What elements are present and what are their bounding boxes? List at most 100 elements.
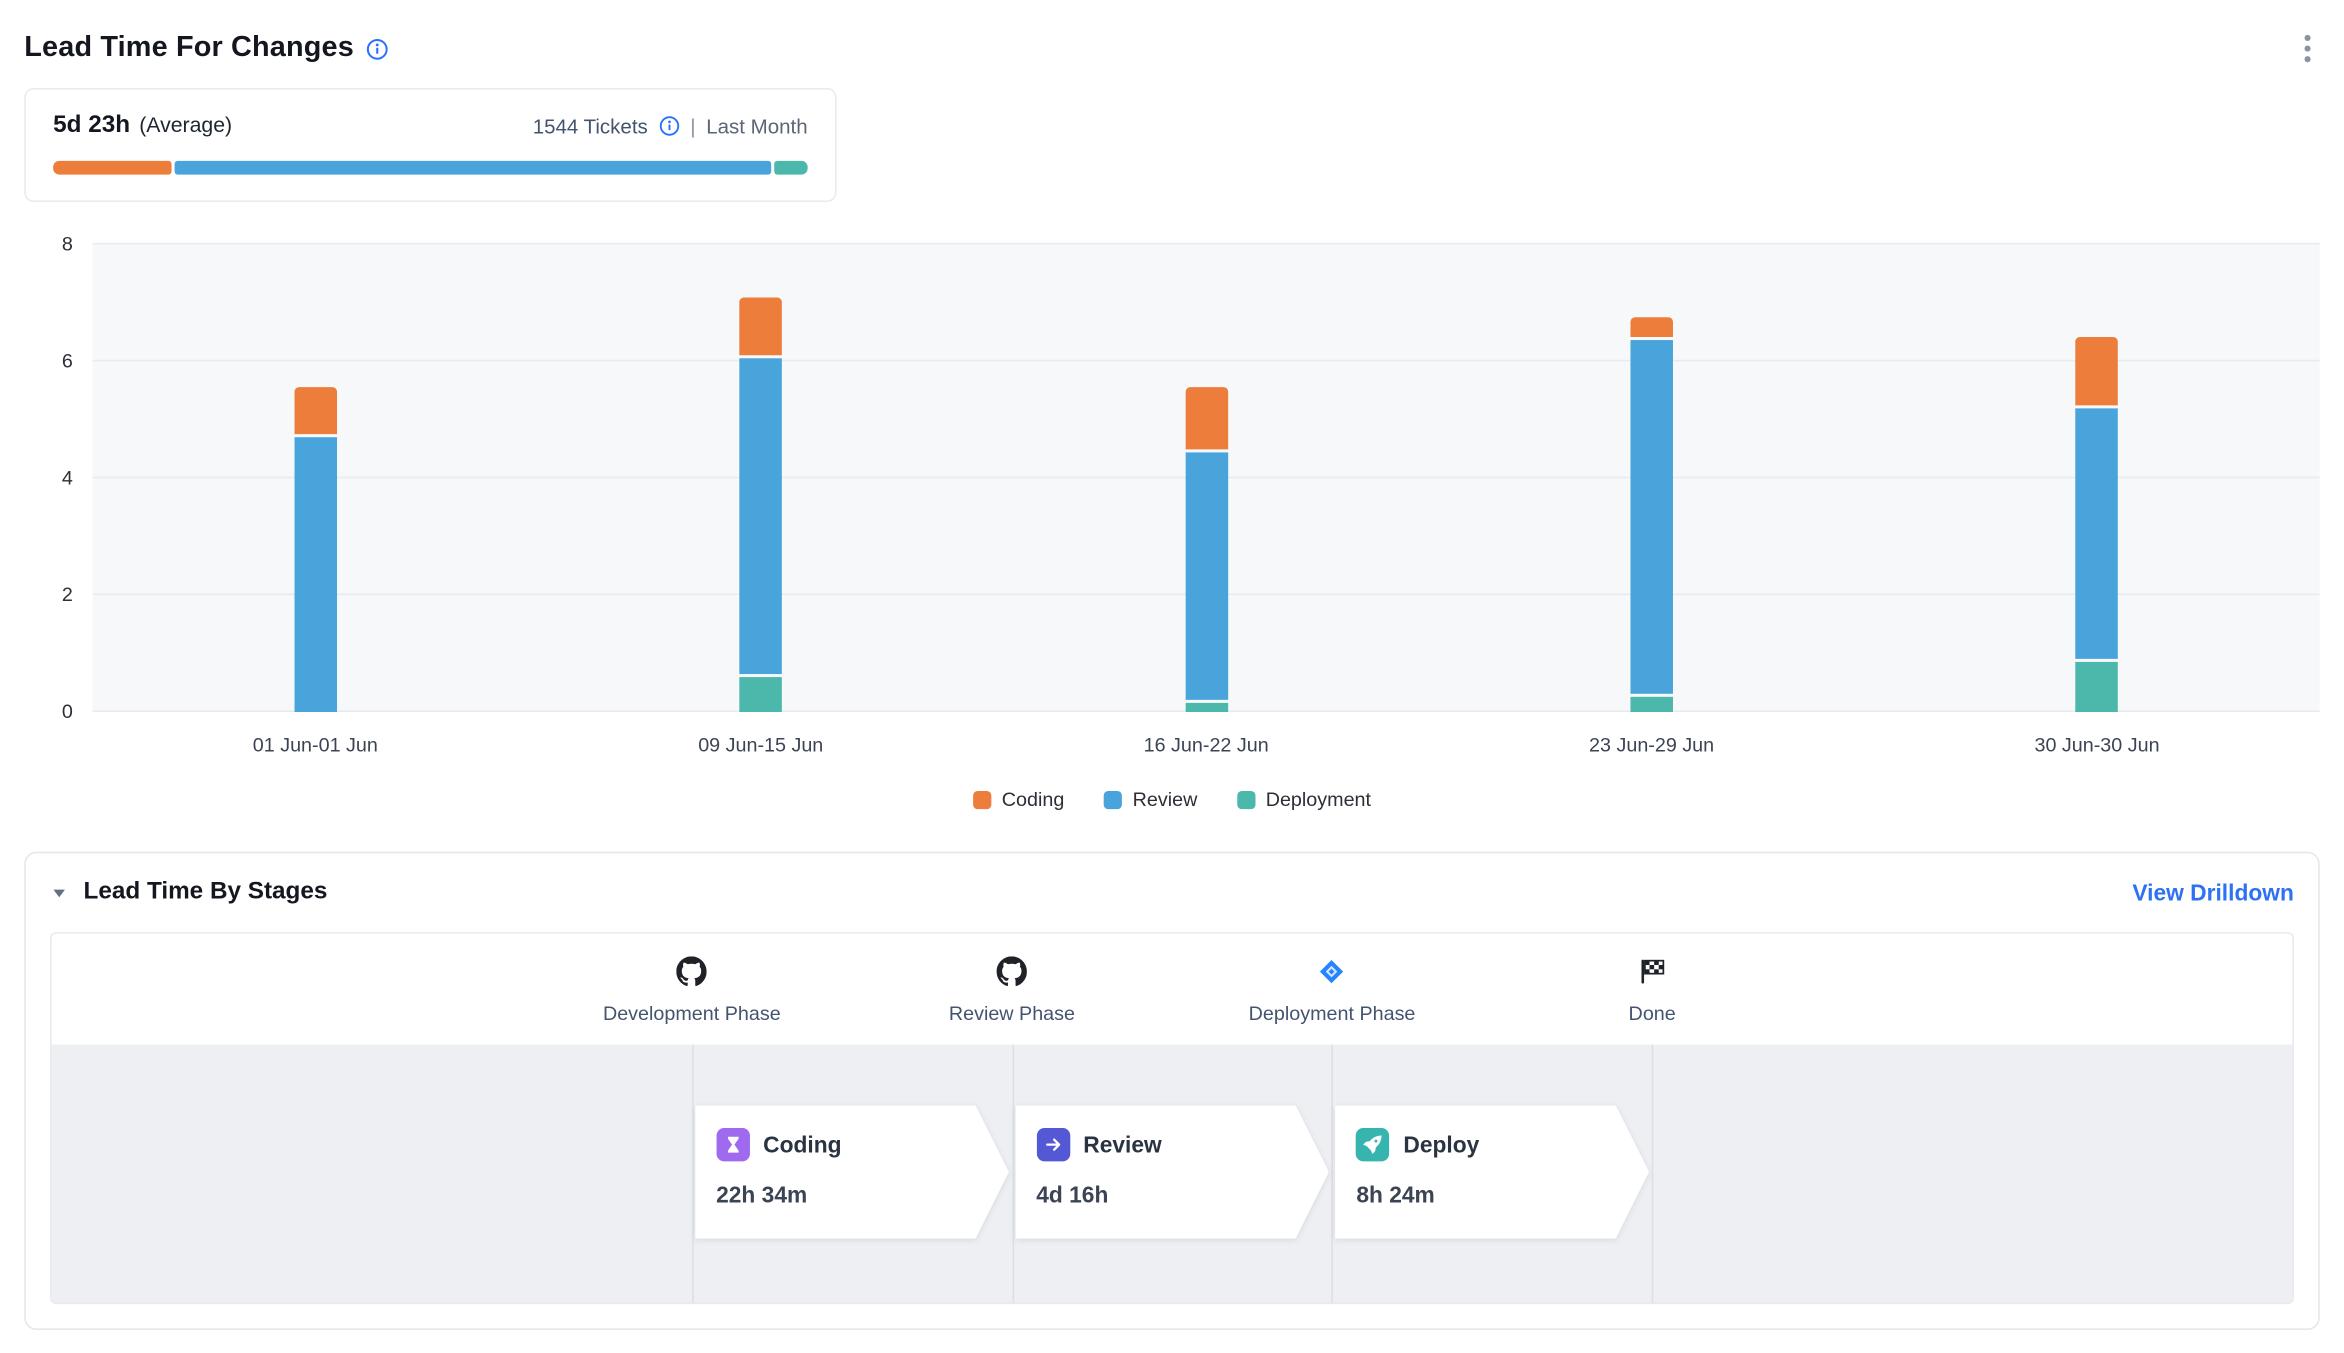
phase-column-done: Done [1629,956,1676,1024]
bar-segment-coding[interactable] [1630,317,1673,337]
phase-column-review: Review Phase [949,956,1075,1024]
phase-label: Done [1629,1002,1676,1025]
bar-segment-review[interactable] [1630,341,1673,695]
progress-segment-deployment [775,161,808,175]
legend-swatch [973,790,991,808]
stacked-bar[interactable] [739,244,782,712]
hourglass-icon [716,1128,749,1161]
finish-flag-icon [1638,956,1665,986]
phase-column-deployment: Deployment Phase [1249,956,1416,1024]
kebab-menu-icon[interactable] [2295,27,2319,70]
title-row: Lead Time For Changes [24,32,389,65]
page-header: Lead Time For Changes [24,27,2319,70]
column-divider [1332,1044,1334,1302]
bar-segment-deployment[interactable] [2076,662,2119,712]
bar-segment-review[interactable] [739,358,782,674]
legend-item-deployment[interactable]: Deployment [1237,788,1371,811]
column-divider [1652,1044,1654,1302]
separator: | [690,115,695,138]
tickets-count: 1544 Tickets [533,115,648,138]
github-icon [997,956,1027,986]
legend-item-review[interactable]: Review [1104,788,1198,811]
average-lead-time: 5d 23h (Average) [53,112,232,139]
y-axis-tick-label: 0 [62,700,73,724]
chart-legend: Coding Review Deployment [24,788,2319,811]
y-axis-tick-label: 8 [62,232,73,256]
bar-segment-review[interactable] [2076,408,2119,659]
y-axis-tick-label: 6 [62,349,73,373]
bar-segment-deployment[interactable] [1630,697,1673,712]
y-axis-tick-label: 2 [62,583,73,607]
plot-area [93,244,2320,712]
phase-label: Review Phase [949,1002,1075,1025]
view-drilldown-link[interactable]: View Drilldown [2132,880,2294,906]
legend-label: Review [1133,788,1198,811]
summary-card: 5d 23h (Average) 1544 Tickets | Last Mon… [24,88,836,202]
deployment-diamond-icon [1318,956,1345,986]
phase-label: Deployment Phase [1249,1002,1416,1025]
stage-card-coding[interactable]: Coding 22h 34m [695,1105,1009,1239]
stages-collapse-toggle[interactable]: Lead Time By Stages [50,879,327,906]
x-axis-label: 16 Jun-22 Jun [983,733,1428,756]
summary-meta: 1544 Tickets | Last Month [533,115,808,138]
stacked-bar[interactable] [2076,244,2119,712]
lead-time-chart: 02468 01 Jun-01 Jun09 Jun-15 Jun16 Jun-2… [24,244,2319,810]
stage-card-title: Deploy [1403,1132,1479,1158]
bar-segment-coding[interactable] [739,297,782,355]
column-divider [692,1044,694,1302]
average-value: 5d 23h [53,112,130,139]
legend-label: Coding [1002,788,1065,811]
phase-label: Development Phase [603,1002,781,1025]
summary-top-row: 5d 23h (Average) 1544 Tickets | Last Mon… [53,112,808,139]
stage-card-duration: 8h 24m [1356,1183,1606,1209]
stacked-bar[interactable] [1185,244,1228,712]
legend-swatch [1104,790,1122,808]
stages-table: Development Phase Review Phase Deploymen… [50,932,2294,1304]
dashboard-page: Lead Time For Changes 5d 23h (Average) 1… [0,0,2344,1353]
legend-label: Deployment [1266,788,1371,811]
stacked-bar[interactable] [294,244,337,712]
arrow-right-icon [1036,1128,1069,1161]
github-icon [677,956,707,986]
stacked-bar[interactable] [1630,244,1673,712]
period-label: Last Month [706,115,807,138]
info-icon[interactable] [366,37,389,60]
average-label: (Average) [139,112,232,136]
stage-card-deploy[interactable]: Deploy 8h 24m [1335,1105,1649,1239]
legend-item-coding[interactable]: Coding [973,788,1064,811]
stages-title: Lead Time By Stages [83,879,327,906]
bar-segment-coding[interactable] [1185,387,1228,448]
stages-table-body: Coding 22h 34m Review 4d 16h [52,1044,2293,1302]
rocket-icon [1356,1128,1389,1161]
x-axis-label: 30 Jun-30 Jun [1874,733,2319,756]
column-divider [1012,1044,1014,1302]
bar-segment-deployment[interactable] [1185,703,1228,712]
x-axis: 01 Jun-01 Jun09 Jun-15 Jun16 Jun-22 Jun2… [93,733,2320,756]
lead-time-distribution-bar [53,161,808,175]
bar-segment-coding[interactable] [2076,338,2119,405]
phase-column-development: Development Phase [603,956,781,1024]
stages-table-header: Development Phase Review Phase Deploymen… [52,934,2293,1045]
stages-panel-header: Lead Time By Stages View Drilldown [50,879,2294,906]
stage-card-duration: 22h 34m [716,1183,966,1209]
x-axis-label: 09 Jun-15 Jun [538,733,983,756]
info-icon[interactable] [658,115,679,136]
stage-card-review[interactable]: Review 4d 16h [1015,1105,1329,1239]
progress-segment-review [174,161,771,175]
y-axis-tick-label: 4 [62,466,73,490]
progress-segment-coding [53,161,171,175]
x-axis-label: 01 Jun-01 Jun [93,733,538,756]
page-title: Lead Time For Changes [24,32,354,65]
bar-segment-deployment[interactable] [739,677,782,712]
stage-card-duration: 4d 16h [1036,1183,1286,1209]
stage-card-title: Coding [763,1132,841,1158]
x-axis-label: 23 Jun-29 Jun [1429,733,1874,756]
bar-segment-review[interactable] [1185,452,1228,700]
lead-time-by-stages-panel: Lead Time By Stages View Drilldown Devel… [24,852,2319,1330]
bar-segment-coding[interactable] [294,388,337,435]
legend-swatch [1237,790,1255,808]
y-axis: 02468 [24,244,92,712]
chevron-down-icon[interactable] [50,884,68,902]
bar-segment-review[interactable] [294,437,337,712]
stage-card-title: Review [1083,1132,1161,1158]
